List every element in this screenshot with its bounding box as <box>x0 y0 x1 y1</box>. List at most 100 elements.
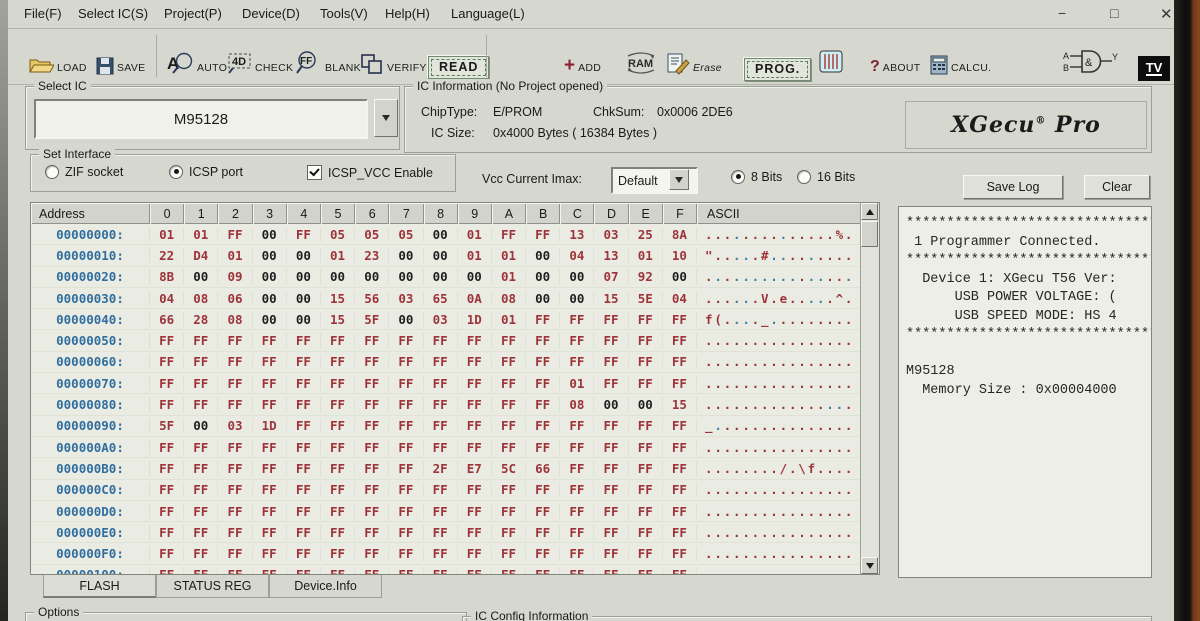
hex-byte-cell[interactable]: FF <box>629 333 663 348</box>
hex-byte-cell[interactable]: 56 <box>355 291 389 306</box>
menu-item[interactable]: Project(P) <box>164 6 222 21</box>
hex-byte-cell[interactable]: 15 <box>321 312 355 327</box>
hex-byte-cell[interactable]: 01 <box>560 376 594 391</box>
hex-byte-cell[interactable]: FF <box>594 525 628 540</box>
hex-ascii-cell[interactable]: ................ <box>697 397 861 412</box>
hex-byte-cell[interactable]: FF <box>287 567 321 574</box>
minimize-icon[interactable]: − <box>1058 5 1066 21</box>
hex-byte-cell[interactable]: E7 <box>458 461 492 476</box>
hex-byte-cell[interactable]: 00 <box>526 291 560 306</box>
hex-ascii-cell[interactable]: _............... <box>697 418 861 433</box>
hex-byte-cell[interactable]: FF <box>458 376 492 391</box>
maximize-icon[interactable]: □ <box>1110 5 1118 21</box>
hex-byte-cell[interactable]: FF <box>389 418 423 433</box>
hex-byte-cell[interactable]: FF <box>184 482 218 497</box>
hex-ascii-cell[interactable]: ................ <box>697 376 861 391</box>
hex-byte-cell[interactable]: FF <box>594 567 628 574</box>
hex-byte-cell[interactable]: FF <box>663 418 697 433</box>
hex-byte-cell[interactable]: FF <box>321 546 355 561</box>
hex-byte-cell[interactable]: FF <box>389 461 423 476</box>
hex-byte-cell[interactable]: FF <box>629 376 663 391</box>
hex-byte-cell[interactable]: FF <box>253 567 287 574</box>
hex-byte-cell[interactable]: FF <box>253 504 287 519</box>
hex-byte-cell[interactable]: FF <box>594 376 628 391</box>
hex-byte-cell[interactable]: FF <box>253 546 287 561</box>
clear-log-button[interactable]: Clear <box>1084 175 1150 199</box>
hex-byte-cell[interactable]: FF <box>458 504 492 519</box>
hex-byte-cell[interactable]: FF <box>218 482 252 497</box>
hex-byte-cell[interactable]: FF <box>218 227 252 242</box>
hex-byte-cell[interactable]: FF <box>355 567 389 574</box>
auto-button[interactable]: A AUTO <box>166 39 227 75</box>
add-button[interactable]: + ADD <box>564 39 601 75</box>
hex-byte-cell[interactable]: FF <box>663 333 697 348</box>
hex-byte-cell[interactable]: FF <box>150 333 184 348</box>
about-button[interactable]: ? ABOUT <box>870 39 920 75</box>
ic-dropdown-button[interactable] <box>374 99 398 137</box>
hex-byte-cell[interactable]: 5E <box>629 291 663 306</box>
hex-byte-cell[interactable]: 5F <box>355 312 389 327</box>
hex-byte-cell[interactable]: FF <box>458 418 492 433</box>
hex-byte-cell[interactable]: 5C <box>492 461 526 476</box>
hex-byte-cell[interactable]: FF <box>218 440 252 455</box>
hex-byte-cell[interactable]: FF <box>458 354 492 369</box>
hex-byte-cell[interactable]: 00 <box>458 269 492 284</box>
hex-ascii-cell[interactable]: ......V.e.....^. <box>697 291 861 306</box>
hex-byte-cell[interactable]: 00 <box>389 312 423 327</box>
hex-byte-cell[interactable]: FF <box>526 525 560 540</box>
hex-byte-cell[interactable]: FF <box>594 461 628 476</box>
hex-byte-cell[interactable]: FF <box>287 376 321 391</box>
hex-byte-cell[interactable]: FF <box>150 567 184 574</box>
hex-byte-cell[interactable]: FF <box>218 333 252 348</box>
hex-byte-cell[interactable]: FF <box>629 354 663 369</box>
hex-byte-cell[interactable]: FF <box>663 525 697 540</box>
erase-button[interactable]: Erase <box>666 39 722 75</box>
tab-status-reg[interactable]: STATUS REG <box>156 575 269 598</box>
hex-byte-cell[interactable]: FF <box>287 397 321 412</box>
hex-byte-cell[interactable]: FF <box>218 376 252 391</box>
hex-byte-cell[interactable]: FF <box>355 354 389 369</box>
hex-byte-cell[interactable]: FF <box>594 482 628 497</box>
hex-byte-cell[interactable]: FF <box>150 504 184 519</box>
hex-byte-cell[interactable]: 65 <box>424 291 458 306</box>
hex-byte-cell[interactable]: 03 <box>389 291 423 306</box>
hex-ascii-cell[interactable]: ................ <box>697 354 861 369</box>
hex-byte-cell[interactable]: FF <box>594 418 628 433</box>
tab-device-info[interactable]: Device.Info <box>269 575 382 598</box>
hex-byte-cell[interactable]: FF <box>492 567 526 574</box>
hex-byte-cell[interactable]: 08 <box>492 291 526 306</box>
zif-socket-radio[interactable]: ZIF socket <box>45 165 123 179</box>
hex-byte-cell[interactable]: FF <box>663 567 697 574</box>
hex-byte-cell[interactable]: FF <box>321 482 355 497</box>
menu-item[interactable]: Select IC(S) <box>78 6 148 21</box>
hex-byte-cell[interactable]: FF <box>253 397 287 412</box>
hex-byte-cell[interactable]: FF <box>287 461 321 476</box>
hex-byte-cell[interactable]: FF <box>492 354 526 369</box>
hex-byte-cell[interactable]: FF <box>560 312 594 327</box>
hex-byte-cell[interactable]: FF <box>424 333 458 348</box>
hex-byte-cell[interactable]: FF <box>355 546 389 561</box>
hex-byte-cell[interactable]: FF <box>526 482 560 497</box>
hex-byte-cell[interactable]: 07 <box>594 269 628 284</box>
hex-byte-cell[interactable]: FF <box>526 567 560 574</box>
hex-byte-cell[interactable]: 15 <box>663 397 697 412</box>
hex-byte-cell[interactable]: 01 <box>150 227 184 242</box>
hex-byte-cell[interactable]: 00 <box>184 269 218 284</box>
hex-byte-cell[interactable]: FF <box>526 312 560 327</box>
hex-byte-cell[interactable]: 01 <box>184 227 218 242</box>
hex-byte-cell[interactable]: FF <box>424 482 458 497</box>
hex-byte-cell[interactable]: FF <box>424 376 458 391</box>
hex-byte-cell[interactable]: 00 <box>424 269 458 284</box>
hex-byte-cell[interactable]: 28 <box>184 312 218 327</box>
hex-byte-cell[interactable]: FF <box>389 567 423 574</box>
hex-byte-cell[interactable]: FF <box>218 525 252 540</box>
hex-byte-cell[interactable]: 00 <box>253 291 287 306</box>
hex-ascii-cell[interactable]: ................ <box>697 269 861 284</box>
load-button[interactable]: LOAD <box>28 39 87 75</box>
hex-byte-cell[interactable]: FF <box>389 397 423 412</box>
hex-byte-cell[interactable]: 66 <box>526 461 560 476</box>
hex-byte-cell[interactable]: 0A <box>458 291 492 306</box>
menu-item[interactable]: Help(H) <box>385 6 430 21</box>
hex-byte-cell[interactable]: FF <box>184 397 218 412</box>
hex-byte-cell[interactable]: FF <box>355 504 389 519</box>
